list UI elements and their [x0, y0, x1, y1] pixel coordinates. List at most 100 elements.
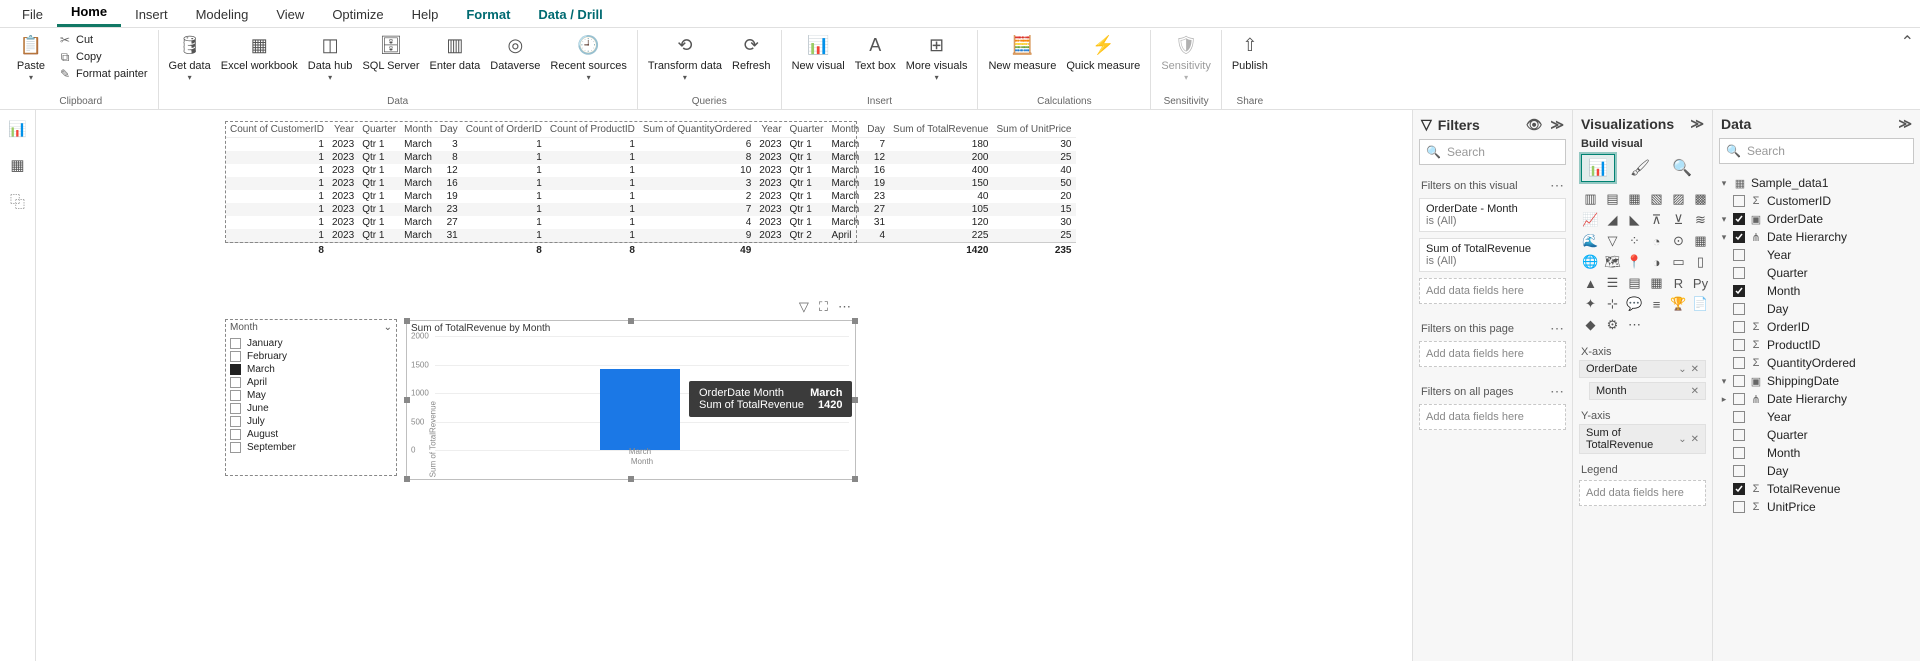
- table-row[interactable]: 12023Qtr 1March81182023Qtr 1March1220025: [226, 151, 1076, 164]
- viz-azure-map-icon[interactable]: 📍: [1625, 253, 1644, 271]
- viz-card-icon[interactable]: ▭: [1669, 253, 1688, 271]
- add-visual-filter-drop[interactable]: Add data fields here: [1419, 278, 1566, 304]
- slicer-item[interactable]: July: [230, 415, 392, 428]
- viz-slicer-icon[interactable]: ☰: [1603, 274, 1622, 292]
- table-row[interactable]: 12023Qtr 1March231172023Qtr 1March271051…: [226, 203, 1076, 216]
- report-view-button[interactable]: 📊: [7, 118, 29, 140]
- more-icon[interactable]: ⋯: [1550, 320, 1564, 337]
- viz-stacked-column-icon[interactable]: ▤: [1603, 190, 1622, 208]
- legend-drop[interactable]: Add data fields here: [1579, 480, 1706, 506]
- text-box-button[interactable]: AText box: [851, 32, 900, 94]
- remove-field-icon[interactable]: ✕: [1691, 364, 1699, 375]
- viz-scatter-icon[interactable]: ⁘: [1625, 232, 1644, 250]
- xaxis-field-orderdate[interactable]: OrderDate ⌄✕: [1579, 360, 1706, 378]
- tab-help[interactable]: Help: [398, 1, 453, 27]
- more-options-icon[interactable]: ⋯: [838, 299, 851, 315]
- viz-map-icon[interactable]: 🌐: [1581, 253, 1600, 271]
- slicer-item[interactable]: April: [230, 376, 392, 389]
- viz-donut-icon[interactable]: ⊙: [1669, 232, 1688, 250]
- viz-key-influencers-icon[interactable]: ✦: [1581, 295, 1600, 313]
- expand-viz-icon[interactable]: ≫: [1690, 116, 1704, 132]
- tree-shippingdate-hierarchy[interactable]: ▸⋔Date Hierarchy: [1717, 390, 1916, 408]
- quick-measure-button[interactable]: ⚡Quick measure: [1062, 32, 1144, 94]
- viz-table-icon[interactable]: ▤: [1625, 274, 1644, 292]
- tree-shippingdate-quarter[interactable]: Quarter: [1717, 426, 1916, 444]
- slicer-item[interactable]: May: [230, 389, 392, 402]
- table-row[interactable]: 12023Qtr 1March271142023Qtr 1March311203…: [226, 216, 1076, 229]
- slicer-item[interactable]: September: [230, 441, 392, 454]
- viz-line-stacked-icon[interactable]: ⊼: [1647, 211, 1666, 229]
- copy-button[interactable]: ⧉Copy: [56, 49, 150, 65]
- tree-field-shippingdate[interactable]: ▾▣ShippingDate: [1717, 372, 1916, 390]
- tree-shippingdate-day[interactable]: Day: [1717, 462, 1916, 480]
- dataverse-button[interactable]: ◎Dataverse: [486, 32, 544, 94]
- remove-field-icon[interactable]: ✕: [1691, 386, 1699, 397]
- slicer-item[interactable]: June: [230, 402, 392, 415]
- tree-orderdate-month[interactable]: Month: [1717, 282, 1916, 300]
- viz-r-icon[interactable]: R: [1669, 274, 1688, 292]
- publish-button[interactable]: ⇧Publish: [1228, 32, 1272, 94]
- tab-insert[interactable]: Insert: [121, 1, 182, 27]
- recent-sources-button[interactable]: 🕘Recent sources▾: [546, 32, 630, 94]
- add-all-filter-drop[interactable]: Add data fields here: [1419, 404, 1566, 430]
- viz-power-automate-icon[interactable]: ⚙: [1603, 316, 1622, 334]
- viz-stacked-bar-icon[interactable]: ▥: [1581, 190, 1600, 208]
- tree-shippingdate-month[interactable]: Month: [1717, 444, 1916, 462]
- viz-ribbon-icon[interactable]: ≋: [1691, 211, 1710, 229]
- viz-more-icon[interactable]: ⋯: [1625, 316, 1644, 334]
- viz-clustered-column-icon[interactable]: ▧: [1647, 190, 1666, 208]
- viz-area-icon[interactable]: ◢: [1603, 211, 1622, 229]
- excel-workbook-button[interactable]: ▦Excel workbook: [217, 32, 302, 94]
- table-row[interactable]: 12023Qtr 1March311192023Qtr 2April422525: [226, 229, 1076, 243]
- tree-orderdate-hierarchy[interactable]: ▾⋔Date Hierarchy: [1717, 228, 1916, 246]
- viz-stacked-area-icon[interactable]: ◣: [1625, 211, 1644, 229]
- viz-clustered-bar-icon[interactable]: ▦: [1625, 190, 1644, 208]
- viz-goals-icon[interactable]: 🏆: [1669, 295, 1688, 313]
- build-visual-tab[interactable]: 📊: [1581, 154, 1615, 182]
- table-row[interactable]: 12023Qtr 1March161132023Qtr 1March191505…: [226, 177, 1076, 190]
- viz-py-icon[interactable]: Py: [1691, 274, 1710, 292]
- paste-button[interactable]: 📋 Paste ▾: [10, 32, 52, 94]
- report-canvas[interactable]: Count of CustomerID Year Quarter Month D…: [36, 110, 1412, 661]
- filter-card-sum-totalrevenue[interactable]: Sum of TotalRevenue is (All): [1419, 238, 1566, 272]
- model-view-button[interactable]: ⿻: [7, 190, 29, 212]
- more-visuals-button[interactable]: ⊞More visuals▾: [902, 32, 972, 94]
- tab-format[interactable]: Format: [452, 1, 524, 27]
- data-hub-button[interactable]: ◫Data hub▾: [304, 32, 357, 94]
- tree-field-quantityordered[interactable]: ΣQuantityOrdered: [1717, 354, 1916, 372]
- add-page-filter-drop[interactable]: Add data fields here: [1419, 341, 1566, 367]
- viz-100-bar-icon[interactable]: ▨: [1669, 190, 1688, 208]
- tab-optimize[interactable]: Optimize: [318, 1, 397, 27]
- expand-data-icon[interactable]: ≫: [1898, 116, 1912, 132]
- tree-field-customerid[interactable]: ΣCustomerID: [1717, 192, 1916, 210]
- yaxis-field-sum-totalrevenue[interactable]: Sum of TotalRevenue ⌄✕: [1579, 424, 1706, 454]
- table-view-button[interactable]: ▦: [7, 154, 29, 176]
- refresh-button[interactable]: ⟳Refresh: [728, 32, 775, 94]
- sql-server-button[interactable]: 🗄SQL Server: [358, 32, 423, 94]
- new-visual-button[interactable]: 📊New visual: [788, 32, 849, 94]
- viz-waterfall-icon[interactable]: 🌊: [1581, 232, 1600, 250]
- new-measure-button[interactable]: 🧮New measure: [984, 32, 1060, 94]
- tab-modeling[interactable]: Modeling: [182, 1, 263, 27]
- tree-field-totalrevenue[interactable]: ΣTotalRevenue: [1717, 480, 1916, 498]
- slicer-item[interactable]: August: [230, 428, 392, 441]
- show-filters-icon[interactable]: 👁: [1526, 117, 1543, 133]
- month-slicer[interactable]: Month ⌄ JanuaryFebruaryMarchAprilMayJune…: [226, 320, 396, 475]
- filters-search[interactable]: 🔍 Search: [1419, 139, 1566, 165]
- viz-qna-icon[interactable]: 💬: [1625, 295, 1644, 313]
- expand-filters-icon[interactable]: ≫: [1550, 117, 1564, 133]
- viz-funnel-icon[interactable]: ▽: [1603, 232, 1622, 250]
- tree-orderdate-day[interactable]: Day: [1717, 300, 1916, 318]
- viz-treemap-icon[interactable]: ▦: [1691, 232, 1710, 250]
- more-icon[interactable]: ⋯: [1550, 177, 1564, 194]
- slicer-item[interactable]: March: [230, 363, 392, 376]
- xaxis-field-month[interactable]: Month ✕: [1589, 382, 1706, 400]
- viz-filled-map-icon[interactable]: 🗺: [1603, 253, 1622, 271]
- tab-home[interactable]: Home: [57, 0, 121, 27]
- viz-multi-card-icon[interactable]: ▯: [1691, 253, 1710, 271]
- bar-chart-visual[interactable]: ▽ ⛶ ⋯ Sum of TotalRevenue by Month Sum o…: [406, 320, 856, 480]
- slicer-chevron-down-icon[interactable]: ⌄: [384, 322, 392, 333]
- tab-file[interactable]: File: [8, 1, 57, 27]
- table-visual[interactable]: Count of CustomerID Year Quarter Month D…: [226, 122, 856, 242]
- chevron-down-icon[interactable]: ⌄: [1678, 364, 1686, 375]
